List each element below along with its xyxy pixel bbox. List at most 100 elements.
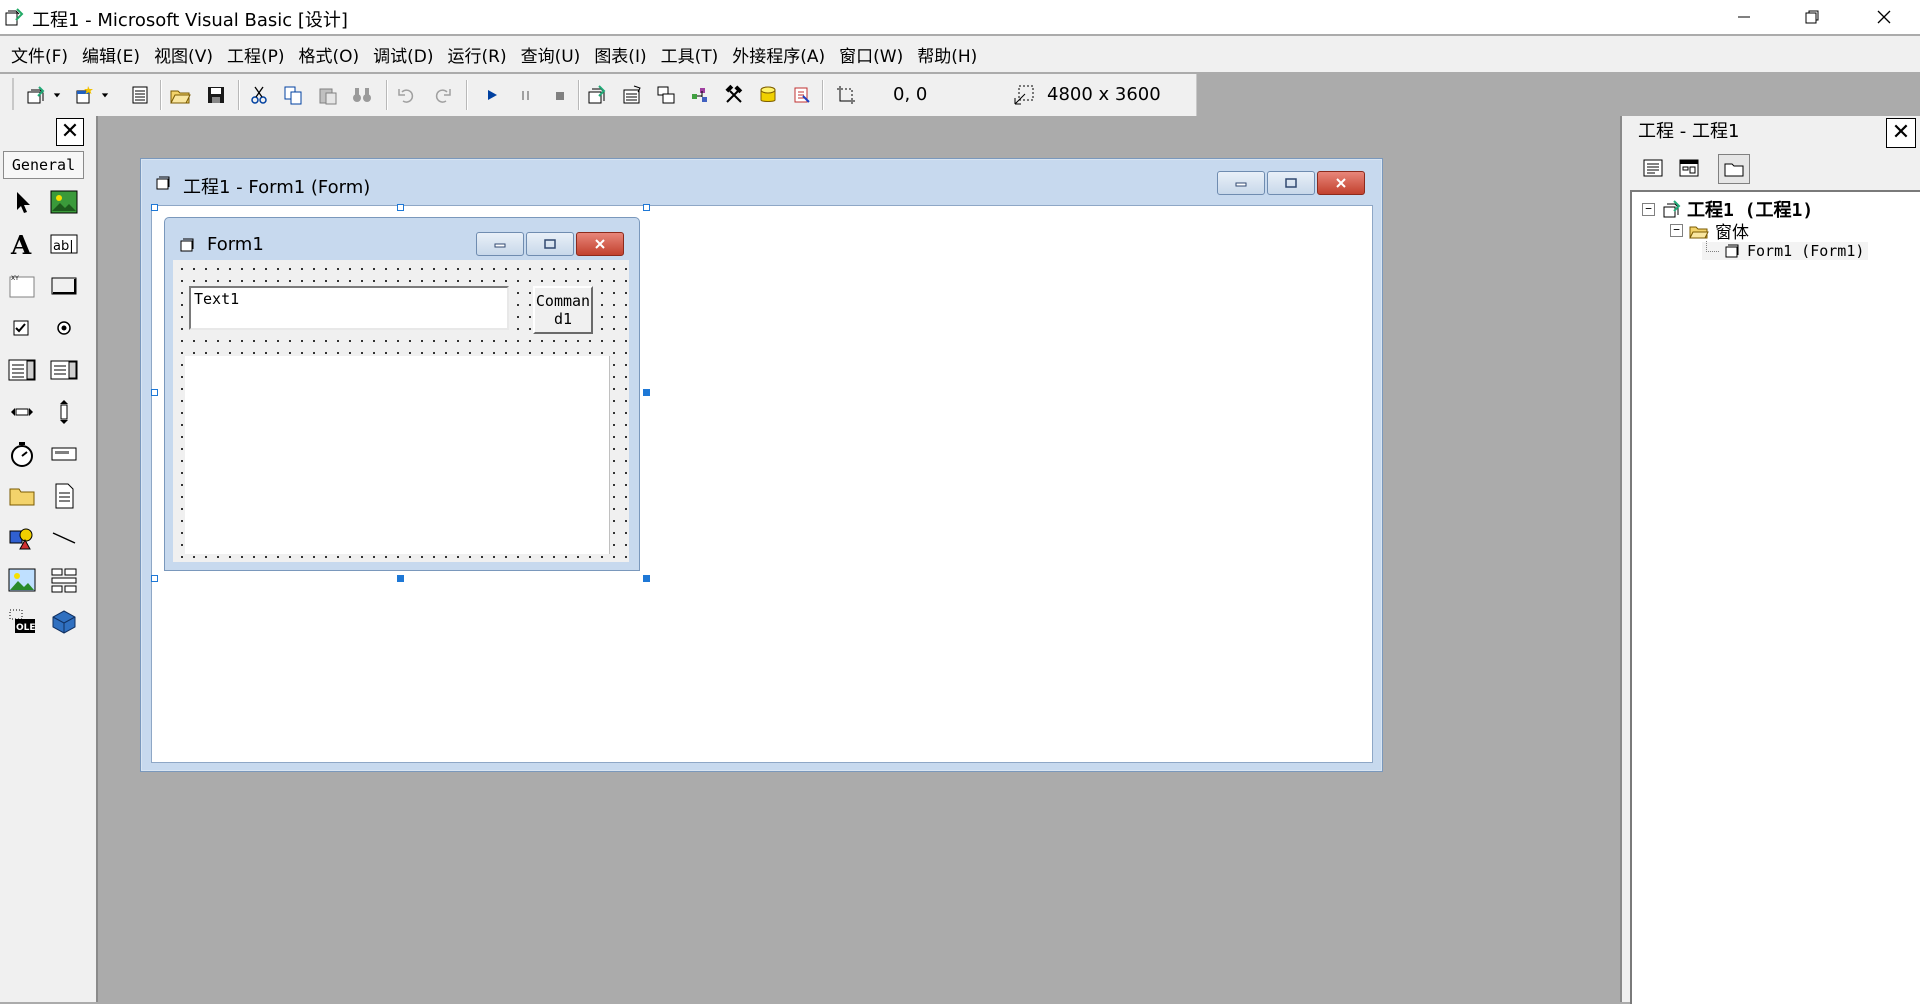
tree-connector [1706,240,1719,252]
toggle-folders-button[interactable] [1718,154,1750,184]
view-code-icon [1643,159,1663,177]
redo-button[interactable] [430,83,454,107]
object-browser-button[interactable] [688,83,712,107]
designer-titlebar[interactable]: 工程1 - Form1 (Form) [141,159,1382,205]
break-button[interactable] [514,83,538,107]
minimize-icon [494,243,506,248]
start-button[interactable] [480,83,504,107]
tool-drivelistbox[interactable] [46,436,82,472]
form-layout-button[interactable] [654,83,678,107]
tool-commandbutton[interactable] [46,268,82,304]
resize-handle-r[interactable] [643,389,650,396]
scissors-icon [251,86,267,104]
command1-button[interactable]: Command1 [533,286,593,334]
add-form-button[interactable] [72,83,96,107]
tool-frame[interactable]: XY [4,268,40,304]
tool-timer[interactable] [4,436,40,472]
toolbar-separator [822,80,824,110]
collapse-icon[interactable]: − [1670,224,1683,237]
menu-tools[interactable]: 工具(T) [654,42,726,67]
save-project-button[interactable] [204,83,228,107]
text1-textbox[interactable]: Text1 [189,286,509,330]
data-view-button[interactable] [756,83,780,107]
menu-editor-button[interactable] [128,83,152,107]
designer-close-button[interactable] [1317,171,1365,195]
paste-button[interactable] [316,83,340,107]
cut-button[interactable] [247,83,271,107]
menu-diagram[interactable]: 图表(I) [587,42,653,67]
size-readout: 4800 x 3600 [1047,84,1161,105]
component-manager-button[interactable] [790,83,814,107]
project-explorer-button[interactable] [585,83,609,107]
menu-addins[interactable]: 外接程序(A) [725,42,832,67]
view-object-button[interactable] [1674,154,1704,182]
tree-node-form1[interactable]: Form1 (Form1) [1702,240,1869,260]
open-project-button[interactable] [168,83,192,107]
tool-image[interactable] [4,562,40,598]
tool-hscrollbar[interactable] [4,394,40,430]
resize-handle-b[interactable] [397,575,404,582]
resize-handle-br[interactable] [643,575,650,582]
view-code-button[interactable] [1638,154,1668,182]
toolbox-header: ✕ [0,116,96,146]
stop-icon [556,92,564,100]
tool-dirlistbox[interactable] [4,478,40,514]
toolbox-close-button[interactable]: ✕ [56,118,84,146]
close-window-button[interactable] [1850,0,1918,34]
toolbox-tab-general[interactable]: General [3,151,84,179]
menu-window[interactable]: 窗口(W) [832,42,910,67]
tool-listbox[interactable] [46,352,82,388]
add-project-button[interactable] [24,83,48,107]
menu-edit[interactable]: 编辑(E) [75,42,147,67]
menu-help[interactable]: 帮助(H) [910,42,984,67]
find-button[interactable] [350,83,374,107]
tool-combobox[interactable] [4,352,40,388]
menu-file[interactable]: 文件(F) [4,42,75,67]
menu-run[interactable]: 运行(R) [441,42,514,67]
collapse-icon[interactable]: − [1642,202,1655,216]
tool-line[interactable] [46,520,82,556]
tool-label[interactable]: A [4,226,40,262]
tool-vscrollbar[interactable] [46,394,82,430]
tool-data[interactable] [46,562,82,598]
tool-extra[interactable] [46,604,82,640]
end-button[interactable] [548,83,572,107]
form1-window[interactable]: Form1 Text1 Command1 [164,217,640,571]
toolbox-button[interactable] [722,83,746,107]
minimize-button[interactable] [1710,0,1778,34]
add-project-dropdown[interactable] [50,83,64,107]
restore-button[interactable] [1778,0,1846,34]
toolbar-separator [578,80,580,110]
undo-button[interactable] [395,83,419,107]
tool-picturebox[interactable] [46,184,82,220]
menu-query[interactable]: 查询(U) [514,42,588,67]
tool-optionbutton[interactable] [46,310,82,346]
tool-textbox[interactable]: ab| [46,226,82,262]
tool-filelistbox[interactable] [46,478,82,514]
tool-pointer[interactable] [4,184,40,220]
tree-node-forms-folder[interactable]: − 窗体 [1670,218,1749,243]
menu-view[interactable]: 视图(V) [147,42,220,67]
toolbar-grip[interactable] [12,78,17,110]
tool-shape[interactable] [4,520,40,556]
designer-maximize-button[interactable] [1267,171,1315,195]
tool-checkbox[interactable] [4,310,40,346]
properties-window-button[interactable] [620,83,644,107]
stopwatch-icon [11,442,33,467]
tree-label-forms: 窗体 [1715,223,1749,243]
menu-format[interactable]: 格式(O) [292,42,367,67]
menu-project[interactable]: 工程(P) [220,42,292,67]
copy-button[interactable] [281,83,305,107]
project-explorer-close-button[interactable]: ✕ [1886,118,1916,148]
add-form-dropdown[interactable] [98,83,112,107]
designer-minimize-button[interactable] [1217,171,1265,195]
folder-icon [9,488,35,506]
form1-grid-surface[interactable]: Text1 Command1 [173,260,629,562]
tool-ole[interactable]: OLE [4,604,40,640]
close-icon [1336,178,1346,188]
combobox-icon [8,359,36,381]
save-disk-icon [208,87,224,103]
extra-control-icon [52,610,76,634]
list1-listbox[interactable] [185,356,610,554]
menu-debug[interactable]: 调试(D) [366,42,440,67]
